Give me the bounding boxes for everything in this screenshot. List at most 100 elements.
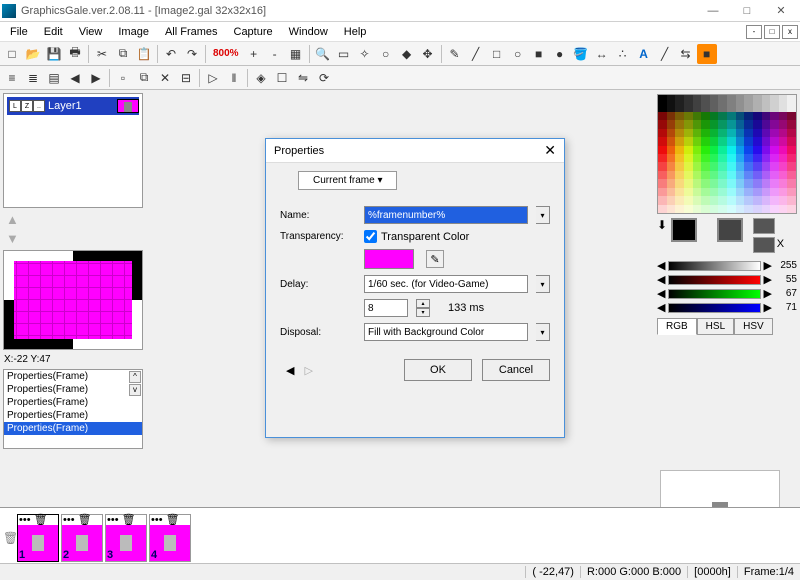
swap-icon[interactable]: ⇆ [676,44,696,64]
eyedropper-icon[interactable]: ✎ [426,250,444,268]
tb2-rot[interactable]: ⟳ [314,68,334,88]
fill-ellipse-icon[interactable]: ● [550,44,570,64]
layer-item[interactable]: L Z .. Layer1 [7,97,139,115]
grid-icon[interactable]: ▦ [286,44,306,64]
replace-icon[interactable]: ↔ [592,44,612,64]
bg-swatch[interactable] [717,218,743,242]
delay-spinner[interactable]: ▴▾ [416,299,430,317]
name-input[interactable]: %framenumber% [364,206,528,224]
frame-1[interactable]: •••🗑1 [17,514,59,562]
print-icon[interactable]: 🖶 [65,44,85,64]
fill-rect-icon[interactable]: ■ [529,44,549,64]
tb2-2[interactable]: ≣ [23,68,43,88]
mdi-max[interactable]: □ [764,25,780,39]
pencil-icon[interactable]: ✎ [445,44,465,64]
frame-2[interactable]: •••🗑2 [61,514,103,562]
maximize-button[interactable]: □ [730,1,764,21]
menu-allframes[interactable]: All Frames [157,24,226,40]
lock-icon[interactable]: Z [21,100,33,112]
tb2-prev[interactable]: ◀ [65,68,85,88]
zoomin-icon[interactable]: + [244,44,264,64]
tab-hsl[interactable]: HSL [697,318,734,335]
copy-icon[interactable]: ⧉ [113,44,133,64]
brush-icon[interactable]: ■ [697,44,717,64]
history-item[interactable]: Properties(Frame) [4,409,142,422]
prev-frame-icon[interactable]: ◀ [286,364,294,377]
mdi-min[interactable]: - [746,25,762,39]
cancel-button[interactable]: Cancel [482,359,550,381]
b-slider[interactable]: ◀▶71 [657,301,797,314]
menu-capture[interactable]: Capture [226,24,281,40]
magnifier-icon[interactable]: 🔍 [313,44,333,64]
open-icon[interactable]: 📂 [23,44,43,64]
mdi-close[interactable]: x [782,25,798,39]
menu-image[interactable]: Image [110,24,157,40]
menu-view[interactable]: View [71,24,111,40]
pause-icon[interactable]: ‖ [224,68,244,88]
visible-icon[interactable]: L [9,100,21,112]
menu-file[interactable]: File [2,24,36,40]
history-item[interactable]: Properties(Frame) [4,396,142,409]
history-item[interactable]: Properties(Frame) [4,370,142,383]
strip-trash-icon[interactable]: 🗑 [3,516,17,560]
grey-slider[interactable]: ◀▶255 [657,259,797,272]
name-dropdown-icon[interactable]: ▾ [536,206,550,224]
save-icon[interactable]: 💾 [44,44,64,64]
tb2-next[interactable]: ▶ [86,68,106,88]
tb2-onion[interactable]: ◈ [251,68,271,88]
dialog-close-icon[interactable]: ✕ [544,142,556,159]
ok-button[interactable]: OK [404,359,472,381]
menu-window[interactable]: Window [281,24,336,40]
delay-num-input[interactable]: 8 [364,299,408,317]
disposal-select[interactable]: Fill with Background Color [364,323,528,341]
down-arrow-icon[interactable]: ▼ [6,231,144,246]
tb2-del[interactable]: ✕ [155,68,175,88]
up-arrow-icon[interactable]: ▲ [6,212,144,227]
eyedrop-icon[interactable]: ╱ [655,44,675,64]
tab-rgb[interactable]: RGB [657,318,697,335]
tb2-3[interactable]: ▤ [44,68,64,88]
history-item[interactable]: Properties(Frame) [4,383,142,396]
play-icon[interactable]: ▷ [203,68,223,88]
redo-icon[interactable]: ↷ [182,44,202,64]
tb2-merge[interactable]: ⊟ [176,68,196,88]
cut-icon[interactable]: ✂ [92,44,112,64]
arrow-down-icon[interactable]: ⬇ [657,218,667,232]
frame-3[interactable]: •••🗑3 [105,514,147,562]
close-button[interactable]: ✕ [764,1,798,21]
preview-canvas[interactable] [3,250,143,350]
alt-swatch-1[interactable] [753,218,775,234]
text-icon[interactable]: A [634,44,654,64]
lasso-icon[interactable]: ○ [376,44,396,64]
next-frame-icon[interactable]: ▷ [304,364,312,377]
zoomout-icon[interactable]: - [265,44,285,64]
new-icon[interactable]: □ [2,44,22,64]
undo-icon[interactable]: ↶ [161,44,181,64]
r-slider[interactable]: ◀▶55 [657,273,797,286]
delay-dropdown-icon[interactable]: ▾ [536,275,550,293]
bucket-icon[interactable]: 🪣 [571,44,591,64]
alpha-icon[interactable]: .. [33,100,45,112]
alt-swatch-2[interactable]: X [753,237,775,253]
tb2-prop[interactable]: ☐ [272,68,292,88]
move-icon[interactable]: ✥ [418,44,438,64]
disposal-dropdown-icon[interactable]: ▾ [536,323,550,341]
tb2-flip[interactable]: ⇋ [293,68,313,88]
color-sel-icon[interactable]: ◆ [397,44,417,64]
select-rect-icon[interactable]: ▭ [334,44,354,64]
trans-checkbox[interactable]: Transparent Color [364,230,469,243]
tb2-1[interactable]: ≡ [2,68,22,88]
dialog-titlebar[interactable]: Properties ✕ [266,139,564,163]
line-icon[interactable]: ╱ [466,44,486,64]
tb2-add[interactable]: ▫ [113,68,133,88]
fg-swatch[interactable] [671,218,697,242]
paste-icon[interactable]: 📋 [134,44,154,64]
g-slider[interactable]: ◀▶67 [657,287,797,300]
rect-icon[interactable]: □ [487,44,507,64]
minimize-button[interactable]: ― [696,1,730,21]
spray-icon[interactable]: ∴ [613,44,633,64]
wand-icon[interactable]: ✧ [355,44,375,64]
history-item-selected[interactable]: Properties(Frame) [4,422,142,435]
menu-edit[interactable]: Edit [36,24,71,40]
ellipse-icon[interactable]: ○ [508,44,528,64]
